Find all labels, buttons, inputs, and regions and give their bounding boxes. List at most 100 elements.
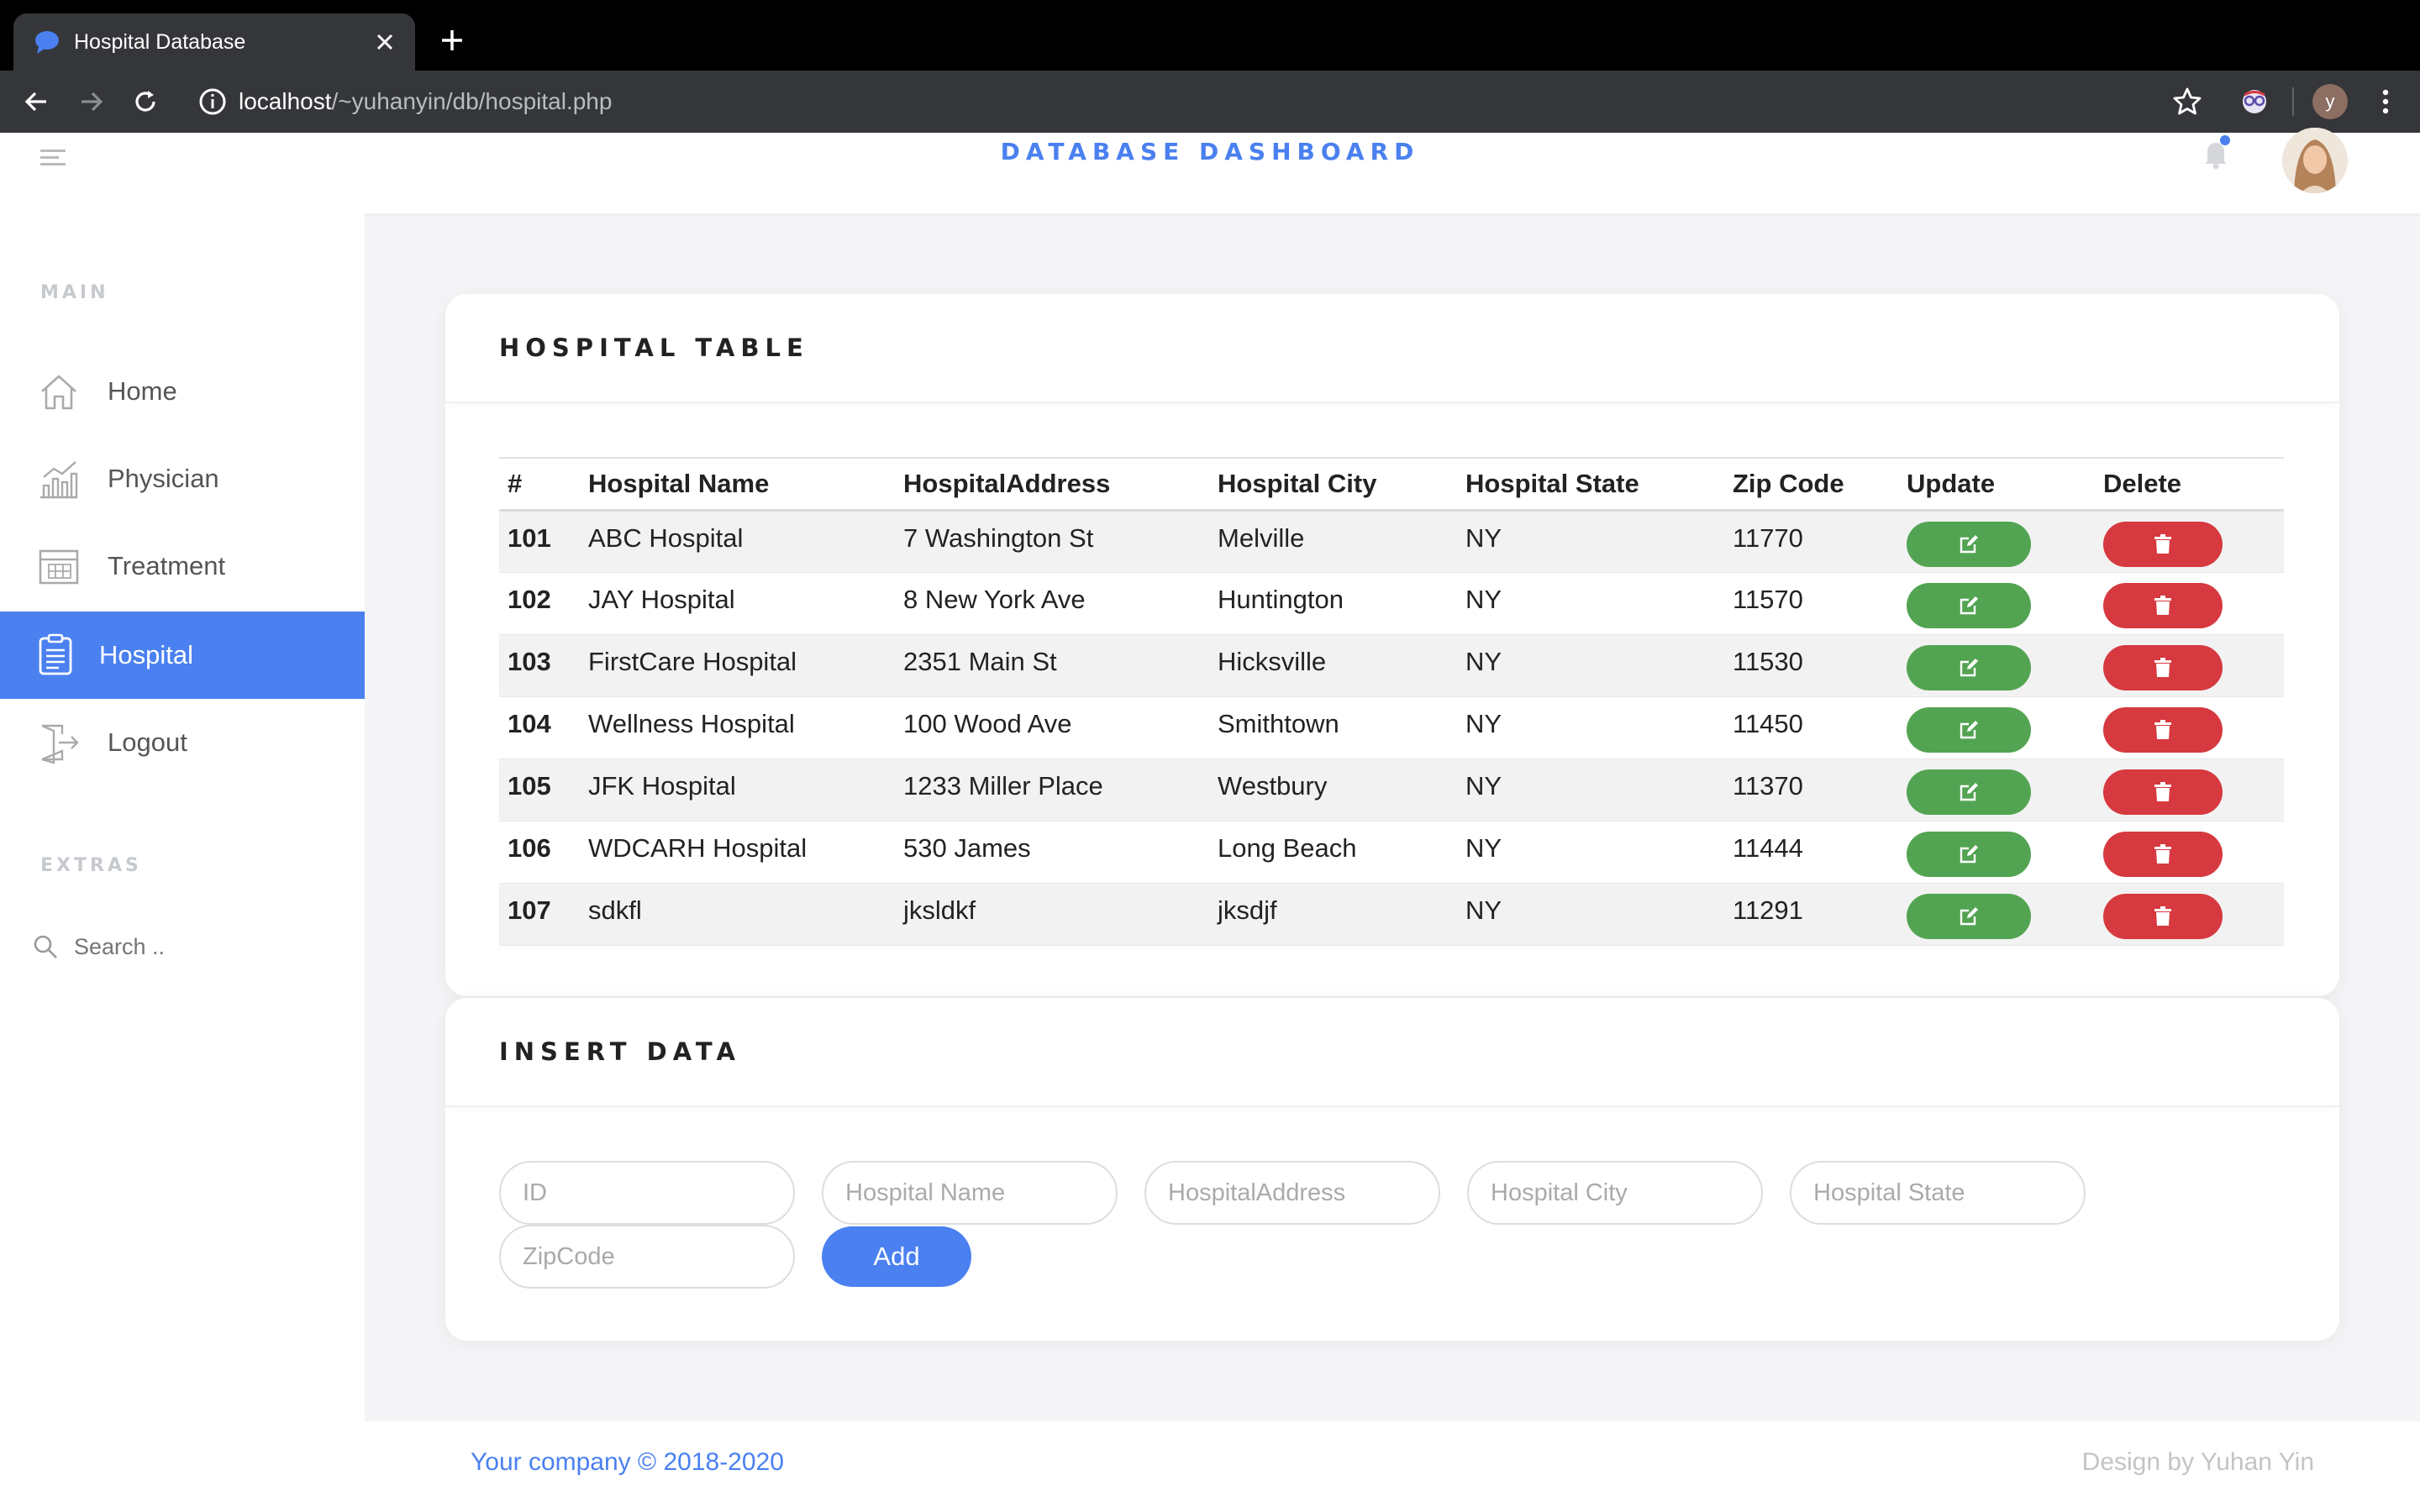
user-photo-icon xyxy=(2282,128,2348,193)
cell-id: 105 xyxy=(499,759,580,822)
cell-zip-code: 11770 xyxy=(1724,510,1898,573)
cell-update xyxy=(1898,883,2095,946)
profile-avatar[interactable]: y xyxy=(2312,84,2348,119)
info-icon[interactable] xyxy=(197,86,229,118)
notification-bell-icon[interactable] xyxy=(2196,133,2235,173)
cell-id: 104 xyxy=(499,696,580,759)
delete-button[interactable] xyxy=(2103,521,2223,567)
cell-hospital-state: NY xyxy=(1457,759,1724,822)
cell-zip-code: 11370 xyxy=(1724,759,1898,822)
column-header: Update xyxy=(1898,457,2095,512)
close-tab-icon[interactable] xyxy=(368,25,402,59)
id-input[interactable] xyxy=(499,1161,795,1225)
insert-data-card: INSERT DATA Add xyxy=(445,998,2339,1341)
delete-button[interactable] xyxy=(2103,644,2223,690)
cell-update xyxy=(1898,572,2095,635)
trash-icon xyxy=(2154,719,2171,739)
zip-code-input[interactable] xyxy=(499,1225,795,1289)
url-host: localhost xyxy=(239,88,332,114)
hospital-table-card: HOSPITAL TABLE # Hospital Name HospitalA… xyxy=(445,294,2339,996)
new-tab-icon[interactable] xyxy=(435,24,469,57)
update-button[interactable] xyxy=(1907,644,2031,690)
cell-delete xyxy=(2095,821,2284,884)
cell-zip-code: 11570 xyxy=(1724,572,1898,635)
delete-button[interactable] xyxy=(2103,582,2223,628)
bookmark-star-icon[interactable] xyxy=(2170,84,2205,119)
sidebar-item-logout[interactable]: Logout xyxy=(0,699,365,786)
update-button[interactable] xyxy=(1907,769,2031,815)
search-input[interactable] xyxy=(74,933,309,960)
browser-tab[interactable]: Hospital Database xyxy=(13,13,415,71)
user-avatar[interactable] xyxy=(2282,128,2348,193)
cell-update xyxy=(1898,759,2095,822)
card-header: HOSPITAL TABLE xyxy=(445,294,2339,403)
table-row: 102 JAY Hospital 8 New York Ave Huntingt… xyxy=(499,572,2284,635)
delete-button[interactable] xyxy=(2103,893,2223,939)
hospital-address-input[interactable] xyxy=(1144,1161,1440,1225)
back-icon[interactable] xyxy=(18,84,54,119)
cell-id: 102 xyxy=(499,572,580,635)
cell-hospital-name: sdkfl xyxy=(580,883,895,946)
delete-button[interactable] xyxy=(2103,706,2223,753)
cell-update xyxy=(1898,821,2095,884)
cell-delete xyxy=(2095,510,2284,573)
cell-hospital-address: 7 Washington St xyxy=(895,510,1209,573)
cell-hospital-state: NY xyxy=(1457,696,1724,759)
update-button[interactable] xyxy=(1907,706,2031,753)
more-vert-icon[interactable] xyxy=(2368,84,2403,119)
search-icon xyxy=(34,935,57,958)
extension-icon[interactable] xyxy=(2237,84,2272,119)
browser-toolbar: localhost/~yuhanyin/db/hospital.php y xyxy=(0,71,2420,133)
edit-icon xyxy=(1960,906,1978,925)
cell-hospital-address: 530 James xyxy=(895,821,1209,884)
cell-zip-code: 11444 xyxy=(1724,821,1898,884)
sidebar-item-physician[interactable]: Physician xyxy=(0,435,365,522)
sidebar-item-label: Treatment xyxy=(108,551,226,580)
trash-icon xyxy=(2154,657,2171,677)
reload-icon[interactable] xyxy=(128,84,163,119)
update-button[interactable] xyxy=(1907,521,2031,567)
delete-button[interactable] xyxy=(2103,831,2223,877)
sidebar-item-label: Hospital xyxy=(99,640,193,669)
cell-delete xyxy=(2095,572,2284,635)
sidebar-item-treatment[interactable]: Treatment xyxy=(0,522,365,610)
edit-icon xyxy=(1960,658,1978,676)
delete-button[interactable] xyxy=(2103,769,2223,815)
chat-bubble-icon xyxy=(35,31,59,54)
card-title: HOSPITAL TABLE xyxy=(499,333,809,362)
card-header: INSERT DATA xyxy=(445,998,2339,1107)
hospital-state-input[interactable] xyxy=(1790,1161,2086,1225)
cell-zip-code: 11530 xyxy=(1724,634,1898,697)
sidebar-item-label: Logout xyxy=(108,727,187,757)
url-path: /~yuhanyin/db/hospital.php xyxy=(331,88,613,114)
update-button[interactable] xyxy=(1907,582,2031,628)
address-bar[interactable]: localhost/~yuhanyin/db/hospital.php xyxy=(239,86,612,118)
edit-icon xyxy=(1960,596,1978,614)
cell-hospital-address: 100 Wood Ave xyxy=(895,696,1209,759)
cell-hospital-city: Long Beach xyxy=(1209,821,1457,884)
cell-zip-code: 11450 xyxy=(1724,696,1898,759)
cell-hospital-address: jksldkf xyxy=(895,883,1209,946)
forward-icon[interactable] xyxy=(74,84,109,119)
trash-icon xyxy=(2154,906,2171,926)
column-header: Hospital State xyxy=(1457,457,1724,512)
cell-update xyxy=(1898,634,2095,697)
update-button[interactable] xyxy=(1907,893,2031,939)
cell-id: 106 xyxy=(499,821,580,884)
footer-copyright[interactable]: Your company © 2018-2020 xyxy=(471,1448,784,1477)
cell-hospital-name: JFK Hospital xyxy=(580,759,895,822)
table-row: 106 WDCARH Hospital 530 James Long Beach… xyxy=(499,821,2284,884)
update-button[interactable] xyxy=(1907,831,2031,877)
sidebar-item-home[interactable]: Home xyxy=(0,348,365,435)
sidebar: MAIN Home Physician Treatment Hospital L… xyxy=(0,213,365,1512)
cell-hospital-state: NY xyxy=(1457,572,1724,635)
hospital-city-input[interactable] xyxy=(1467,1161,1763,1225)
cell-delete xyxy=(2095,883,2284,946)
hospital-name-input[interactable] xyxy=(822,1161,1118,1225)
cell-hospital-state: NY xyxy=(1457,883,1724,946)
cell-id: 101 xyxy=(499,510,580,573)
cell-hospital-address: 8 New York Ave xyxy=(895,572,1209,635)
add-button[interactable]: Add xyxy=(822,1226,971,1287)
clipboard-icon xyxy=(39,633,72,675)
sidebar-item-hospital[interactable]: Hospital xyxy=(0,612,365,699)
